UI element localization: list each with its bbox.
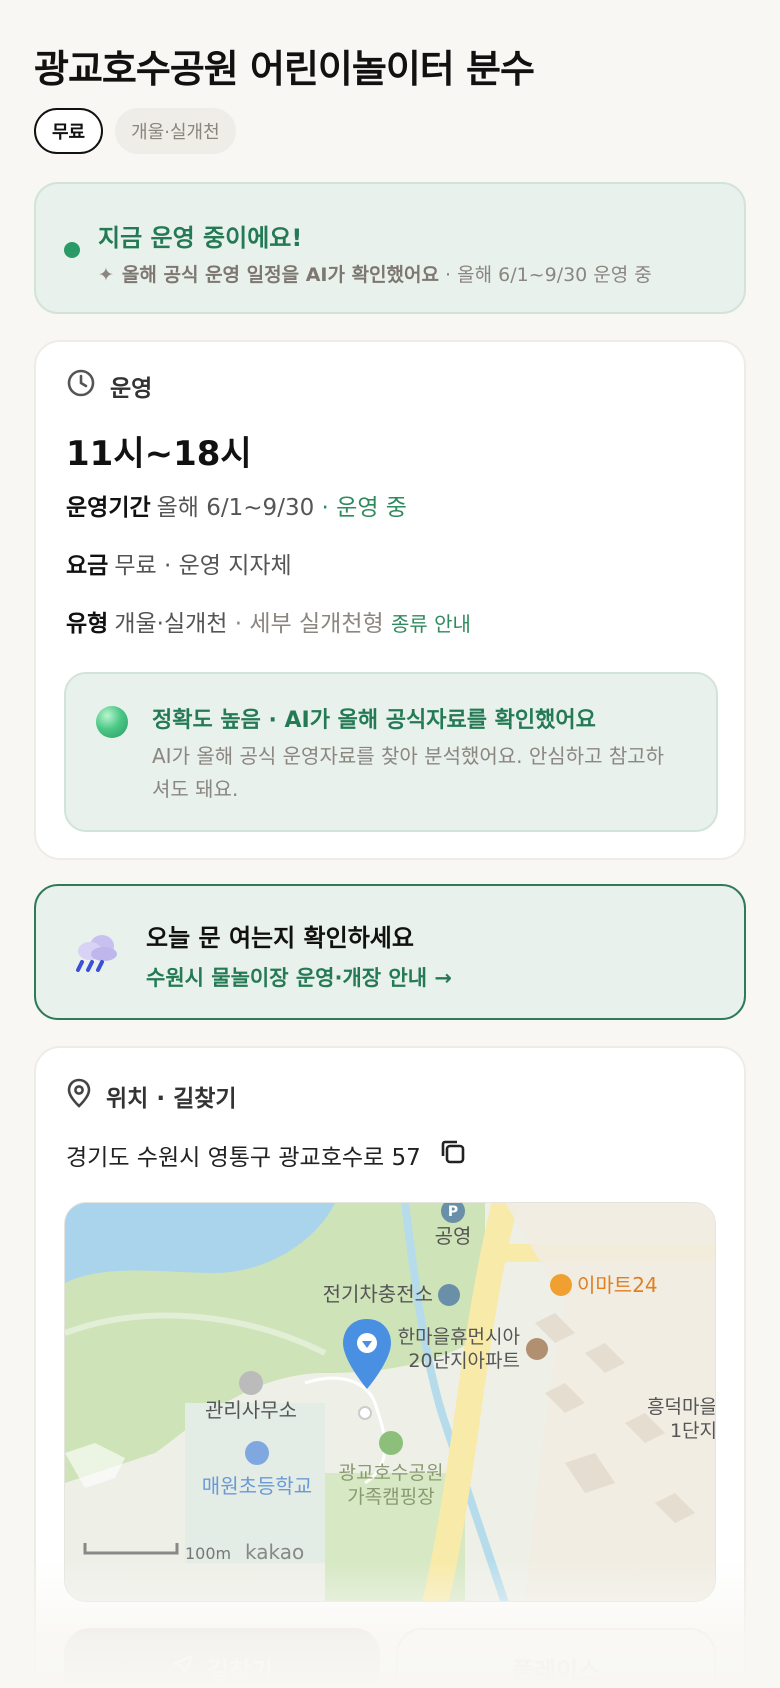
place-button[interactable]: 플레이스	[396, 1628, 716, 1688]
map-label-heung2: 1단지	[670, 1420, 716, 1442]
map-label-mart: 이마트24	[577, 1273, 658, 1297]
location-card: 위치 · 길찾기 경기도 수원시 영통구 광교호수로 57 P 공영 전기차충전…	[34, 1046, 746, 1688]
send-icon	[171, 1653, 195, 1683]
address-text: 경기도 수원시 영통구 광교호수로 57	[66, 1145, 421, 1171]
map-label-office: 관리사무소	[205, 1398, 297, 1422]
map-brand: kakao	[245, 1540, 304, 1564]
type-row: 유형 개울·실개천 · 세부 실개천형 종류 안내	[66, 604, 471, 638]
check-open-card[interactable]: 오늘 문 여는지 확인하세요 수원시 물놀이장 운영·개장 안내 →	[34, 884, 746, 1020]
directions-button[interactable]: 길찾기	[64, 1628, 380, 1688]
map-camp-icon	[379, 1431, 403, 1455]
location-map[interactable]: P 공영 전기차충전소 이마트24 한마을휴먼시아 20단지아파트 관리사무소 …	[64, 1202, 716, 1602]
map-label-camp2: 가족캠핑장	[347, 1486, 434, 1508]
map-mart-icon	[550, 1274, 572, 1296]
type-sep: ·	[227, 611, 250, 637]
location-heading: 위치 · 길찾기	[106, 1086, 237, 1112]
sparkle-icon: ✦	[98, 264, 114, 286]
accuracy-title: 정확도 높음 · AI가 올해 공식자료를 확인했어요	[152, 708, 596, 733]
status-card: 지금 운영 중이에요! ✦ 올해 공식 운영 일정을 AI가 확인했어요 · 올해…	[34, 182, 746, 314]
status-dot	[64, 242, 80, 258]
copy-icon[interactable]	[439, 1138, 467, 1172]
type-value: 개울·실개천	[114, 611, 228, 637]
fee-row: 요금 무료 · 운영 지자체	[66, 546, 292, 580]
operation-heading: 운영	[110, 376, 153, 402]
clock-icon	[66, 368, 96, 404]
map-label-apt2: 20단지아파트	[408, 1350, 520, 1372]
map-label-heung1: 흥덕마을	[647, 1396, 716, 1418]
map-scale-label: 100m	[185, 1544, 231, 1563]
accuracy-box: 정확도 높음 · AI가 올해 공식자료를 확인했어요 AI가 올해 공식 운영…	[64, 672, 718, 832]
period-value: 올해 6/1~9/30	[156, 495, 315, 521]
chip-free[interactable]: 무료	[34, 108, 104, 154]
period-row: 운영기간 올해 6/1~9/30 · 운영 중	[66, 488, 407, 522]
status-title: 지금 운영 중이에요!	[98, 224, 303, 252]
map-label-school: 매원초등학교	[202, 1474, 312, 1498]
operating-hours: 11시~18시	[66, 434, 252, 474]
operation-card: 운영 11시~18시 운영기간 올해 6/1~9/30 · 운영 중 요금 무료 ·…	[34, 340, 746, 860]
svg-text:P: P	[448, 1204, 458, 1220]
map-ev-icon	[438, 1284, 460, 1306]
map-label-camp1: 광교호수공원	[339, 1462, 444, 1484]
map-node	[358, 1406, 372, 1420]
operation-header: 운영	[66, 368, 152, 404]
map-office-icon	[239, 1371, 263, 1395]
status-subtitle: ✦ 올해 공식 운영 일정을 AI가 확인했어요 · 올해 6/1~9/30 운영…	[98, 260, 652, 287]
rain-cloud-icon	[72, 932, 120, 982]
map-apt-icon	[526, 1338, 548, 1360]
action-buttons: 길찾기 플레이스	[64, 1628, 716, 1688]
accuracy-description: AI가 올해 공식 운영자료를 찾아 분석했어요. 안심하고 참고하셔도 돼요.	[152, 744, 665, 801]
type-guide-link[interactable]: 종류 안내	[391, 612, 471, 636]
fee-value: 무료 · 운영 지자체	[114, 553, 292, 579]
period-label: 운영기간	[66, 495, 151, 521]
check-title: 오늘 문 여는지 확인하세요	[146, 924, 414, 952]
tag-chips: 무료 개울·실개천	[34, 108, 236, 154]
status-sub-bold: 올해 공식 운영 일정을 AI가 확인했어요	[121, 264, 439, 286]
page-title: 광교호수공원 어린이놀이터 분수	[34, 47, 535, 91]
map-label-ev: 전기차충전소	[323, 1282, 433, 1306]
location-pin-icon	[66, 1078, 92, 1114]
fee-label: 요금	[66, 553, 109, 579]
address-row: 경기도 수원시 영통구 광교호수로 57	[66, 1138, 467, 1172]
chip-stream[interactable]: 개울·실개천	[115, 108, 236, 154]
type-detail: 세부 실개천형	[249, 611, 384, 637]
ai-orb-icon	[96, 706, 128, 738]
check-link[interactable]: 수원시 물놀이장 운영·개장 안내 →	[146, 962, 452, 992]
map-label-apt1: 한마을휴먼시아	[398, 1326, 520, 1348]
map-school-icon	[245, 1441, 269, 1465]
directions-label: 길찾기	[206, 1656, 274, 1685]
location-header: 위치 · 길찾기	[66, 1078, 237, 1114]
map-label-parking: 공영	[435, 1224, 472, 1248]
status-sub-rest: · 올해 6/1~9/30 운영 중	[438, 264, 652, 286]
period-status: 운영 중	[336, 495, 407, 521]
period-sep: ·	[314, 495, 337, 521]
type-label: 유형	[66, 611, 109, 637]
